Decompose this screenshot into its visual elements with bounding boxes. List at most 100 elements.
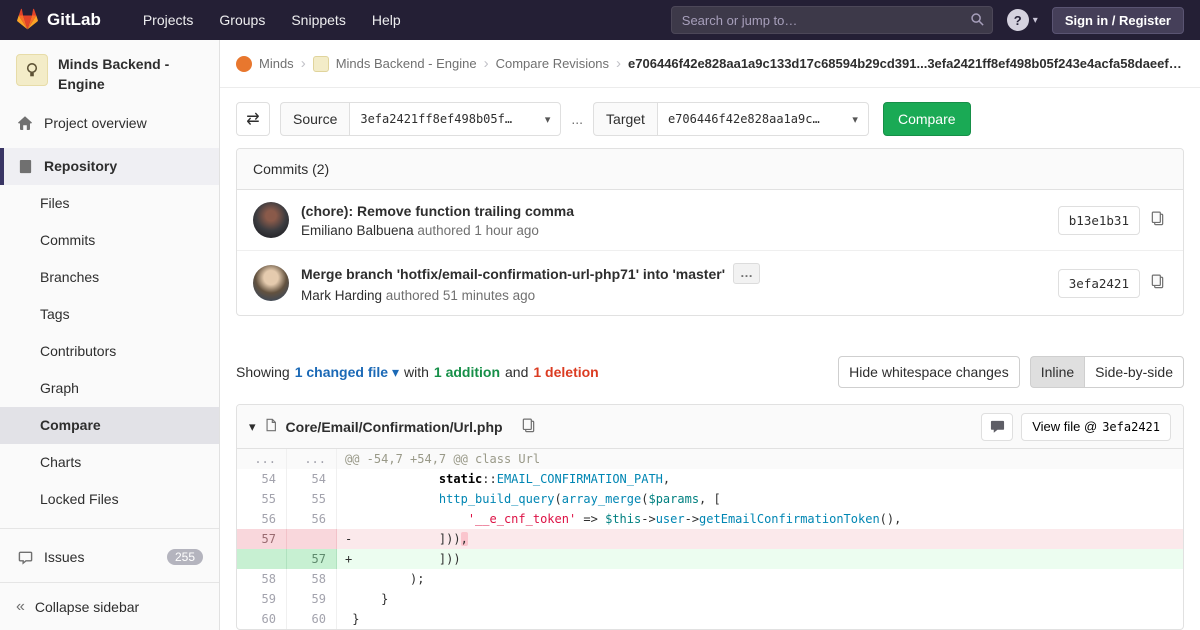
top-navbar: GitLab Projects Groups Snippets Help ? ▾… [0,0,1200,40]
nav-groups[interactable]: Groups [219,12,265,28]
breadcrumb-separator-icon: › [616,55,621,72]
old-line-number[interactable]: 59 [237,589,287,609]
old-line-number[interactable]: 57 [237,529,287,549]
search-input[interactable] [671,6,993,34]
nav-projects[interactable]: Projects [143,12,194,28]
diff-line: 57- ])), [237,529,1183,549]
old-line-number[interactable]: 60 [237,609,287,629]
commit-title-link[interactable]: (chore): Remove function trailing comma [301,203,574,219]
new-line-number[interactable]: 55 [287,489,337,509]
diff-line: 5454 static::EMAIL_CONFIRMATION_PATH, [237,469,1183,489]
new-line-number[interactable]: 60 [287,609,337,629]
comment-bubble-icon [990,419,1005,434]
with-label: with [404,364,429,380]
sign-in-button[interactable]: Sign in / Register [1052,7,1184,34]
diff-line: ......@@ -54,7 +54,7 @@ class Url [237,449,1183,469]
sidebar-item-label: Issues [44,549,84,565]
target-input-group: Target e706446f42e828aa1a9c… ▾ [593,102,869,136]
breadcrumb-project[interactable]: Minds Backend - Engine [336,56,477,71]
new-line-number[interactable]: 57 [287,549,337,569]
search-container [671,6,993,34]
gitlab-logo[interactable]: GitLab [16,8,101,33]
old-line-number[interactable]: 55 [237,489,287,509]
project-avatar [16,54,48,86]
commit-title-row: Merge branch 'hotfix/email-confirmation-… [301,263,1046,284]
new-line-number[interactable] [287,529,337,549]
breadcrumb-current-sha-range: e706446f42e828aa1a9c133d17c68594b29cd391… [628,56,1184,71]
compare-button[interactable]: Compare [883,102,971,136]
sidebar-item-tags[interactable]: Tags [0,296,219,333]
old-line-number[interactable] [237,549,287,569]
inline-view-button[interactable]: Inline [1030,356,1084,388]
commit-short-sha[interactable]: b13e1b31 [1058,206,1140,235]
help-menu[interactable]: ? ▾ [1007,9,1038,31]
new-line-number[interactable]: 54 [287,469,337,489]
commit-title-link[interactable]: Merge branch 'hotfix/email-confirmation-… [301,266,725,282]
chevron-down-icon: ▾ [852,113,858,126]
toggle-comments-button[interactable] [981,413,1013,441]
target-revision-dropdown[interactable]: e706446f42e828aa1a9c… ▾ [657,102,869,136]
copy-file-path-button[interactable] [519,416,538,438]
deletions-count: 1 deletion [533,364,598,380]
diff-file-header: ▾ Core/Email/Confirmation/Url.php [237,405,1183,449]
copy-sha-button[interactable] [1148,272,1167,294]
collapse-file-caret-icon[interactable]: ▾ [249,419,256,435]
commit-short-sha[interactable]: 3efa2421 [1058,269,1140,298]
old-line-number[interactable]: 54 [237,469,287,489]
sidebar-item-charts[interactable]: Charts [0,444,219,481]
copy-sha-button[interactable] [1148,209,1167,231]
commit-description-expander[interactable]: … [733,263,760,284]
source-revision-value: 3efa2421ff8ef498b05f… [360,112,512,126]
issues-icon [16,550,34,565]
old-line-number[interactable]: 56 [237,509,287,529]
view-file-button[interactable]: View file @ 3efa2421 [1021,413,1171,441]
project-mini-avatar [313,56,329,72]
diff-view-toggle: Inline Side-by-side [1030,356,1184,388]
commit-author-link[interactable]: Mark Harding [301,288,382,303]
sidebar-item-contributors[interactable]: Contributors [0,333,219,370]
issues-count-badge: 255 [167,549,203,565]
sidebar-item-compare[interactable]: Compare [0,407,219,444]
project-context[interactable]: Minds Backend - Engine [0,40,219,105]
commit-author-avatar[interactable] [253,265,289,301]
sidebar-item-branches[interactable]: Branches [0,259,219,296]
compare-form: ⇄ Source 3efa2421ff8ef498b05f… ▾ ... Tar… [220,88,1200,136]
diff-stats-bar: Showing 1 changed file ▾ with 1 addition… [236,356,1184,388]
breadcrumb: Minds › Minds Backend - Engine › Compare… [220,40,1200,88]
showing-label: Showing [236,364,290,380]
changed-files-dropdown[interactable]: 1 changed file ▾ [295,364,399,381]
commit-sha-group: b13e1b31 [1058,206,1167,235]
sidebar-item-repository[interactable]: Repository [0,148,219,185]
new-line-number[interactable]: 59 [287,589,337,609]
swap-revisions-button[interactable]: ⇄ [236,102,270,136]
sidebar-item-label: Repository [44,158,117,174]
sidebar-item-locked-files[interactable]: Locked Files [0,481,219,518]
sidebar-item-project-overview[interactable]: Project overview [0,105,219,142]
breadcrumb-separator-icon: › [484,55,489,72]
commit-title-row: (chore): Remove function trailing comma [301,203,1046,219]
diff-file-name[interactable]: Core/Email/Confirmation/Url.php [286,419,503,435]
sidebar-item-graph[interactable]: Graph [0,370,219,407]
commit-author-link[interactable]: Emiliano Balbuena [301,223,414,238]
collapse-sidebar-button[interactable]: « Collapse sidebar [0,582,219,630]
sidebar-item-issues[interactable]: Issues 255 [0,539,219,576]
nav-help[interactable]: Help [372,12,401,28]
new-line-number[interactable]: 58 [287,569,337,589]
diff-code-cell: } [337,609,1183,629]
top-nav: Projects Groups Snippets Help [143,12,401,28]
sidebar-divider [0,528,219,529]
new-line-number[interactable]: 56 [287,509,337,529]
breadcrumb-compare-revisions[interactable]: Compare Revisions [496,56,609,71]
source-revision-dropdown[interactable]: 3efa2421ff8ef498b05f… ▾ [349,102,561,136]
side-by-side-view-button[interactable]: Side-by-side [1084,356,1184,388]
sidebar-item-commits[interactable]: Commits [0,222,219,259]
commit-author-avatar[interactable] [253,202,289,238]
commit-info: (chore): Remove function trailing comma … [301,203,1046,238]
sidebar-item-files[interactable]: Files [0,185,219,222]
commits-panel: Commits (2) (chore): Remove function tra… [236,148,1184,316]
breadcrumb-group[interactable]: Minds [259,56,294,71]
hide-whitespace-button[interactable]: Hide whitespace changes [838,356,1020,388]
old-line-number[interactable]: 58 [237,569,287,589]
commit-authored-time: authored 1 hour ago [417,223,539,238]
nav-snippets[interactable]: Snippets [291,12,345,28]
